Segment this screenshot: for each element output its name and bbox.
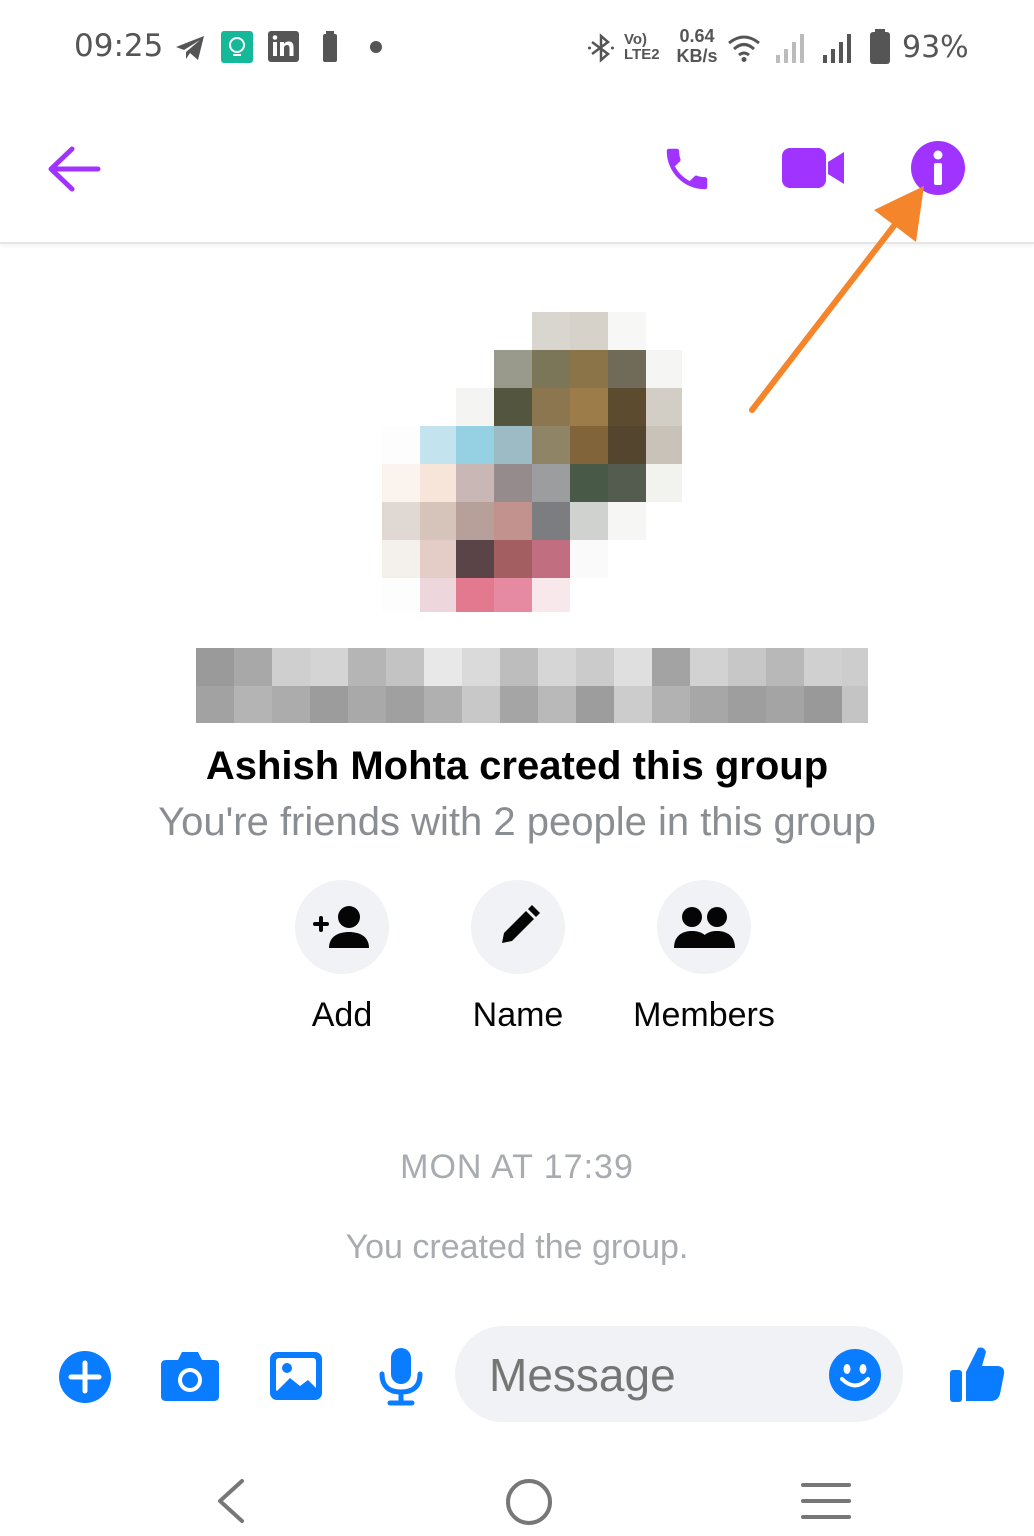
group-avatar xyxy=(382,312,682,612)
recents-nav-icon[interactable] xyxy=(800,1481,852,1521)
microphone-icon[interactable] xyxy=(376,1346,426,1406)
camera-icon[interactable] xyxy=(160,1350,220,1402)
members-action[interactable]: Members xyxy=(614,880,794,1035)
plus-circle-icon[interactable] xyxy=(58,1350,112,1404)
telegram-icon xyxy=(176,36,204,60)
message-input[interactable] xyxy=(487,1326,831,1424)
status-time: 09:25 xyxy=(74,28,164,64)
home-nav-icon[interactable] xyxy=(504,1477,554,1527)
system-nav-bar xyxy=(0,1445,1034,1536)
battery-percent: 93% xyxy=(902,30,969,65)
linkedin-icon xyxy=(268,31,299,62)
image-icon[interactable] xyxy=(268,1350,324,1402)
lte-bottom: LTE2 xyxy=(624,46,660,63)
signal-weak-icon xyxy=(776,34,804,63)
thumbs-up-icon[interactable] xyxy=(948,1344,1006,1404)
annotation-arrow xyxy=(749,186,924,413)
signal-strong-icon xyxy=(823,34,851,63)
mutual-friends-text: You're friends with 2 people in this gro… xyxy=(158,800,876,844)
message-box[interactable] xyxy=(455,1326,903,1424)
network-speed: 0.64 KB/s xyxy=(675,26,719,66)
name-action-label: Name xyxy=(472,996,564,1034)
group-name-redacted xyxy=(160,648,910,723)
status-bar: 09:25 Vo) LTE2 0.64 KB/s 93% xyxy=(0,0,1034,100)
lte-indicator: Vo) LTE2 xyxy=(624,32,660,62)
notification-app-icon xyxy=(221,31,253,63)
add-person-icon xyxy=(313,906,369,948)
name-action[interactable]: Name xyxy=(428,880,608,1035)
add-action-label: Add xyxy=(311,996,373,1034)
battery-icon xyxy=(870,29,890,64)
system-message: You created the group. xyxy=(345,1228,689,1266)
members-action-label: Members xyxy=(633,996,775,1034)
wifi-icon xyxy=(728,35,760,62)
message-timestamp: MON AT 17:39 xyxy=(400,1148,634,1186)
net-speed-value: 0.64 xyxy=(679,26,715,46)
arrow-left-icon[interactable] xyxy=(46,144,102,194)
lte-top: Vo) xyxy=(624,31,648,48)
bluetooth-icon xyxy=(588,33,614,63)
back-nav-icon[interactable] xyxy=(210,1477,250,1525)
phone-icon[interactable] xyxy=(660,142,714,196)
pencil-icon xyxy=(502,905,540,943)
name-action-circle[interactable] xyxy=(471,880,565,974)
emoji-icon[interactable] xyxy=(828,1348,882,1402)
net-speed-unit: KB/s xyxy=(676,46,718,66)
dot-icon xyxy=(370,41,382,53)
members-action-circle[interactable] xyxy=(657,880,751,974)
add-action[interactable]: Add xyxy=(252,880,432,1035)
battery-alert-icon xyxy=(323,31,337,62)
people-icon xyxy=(674,907,735,948)
add-action-circle[interactable] xyxy=(295,880,389,974)
group-creator-text: Ashish Mohta created this group xyxy=(205,744,829,788)
